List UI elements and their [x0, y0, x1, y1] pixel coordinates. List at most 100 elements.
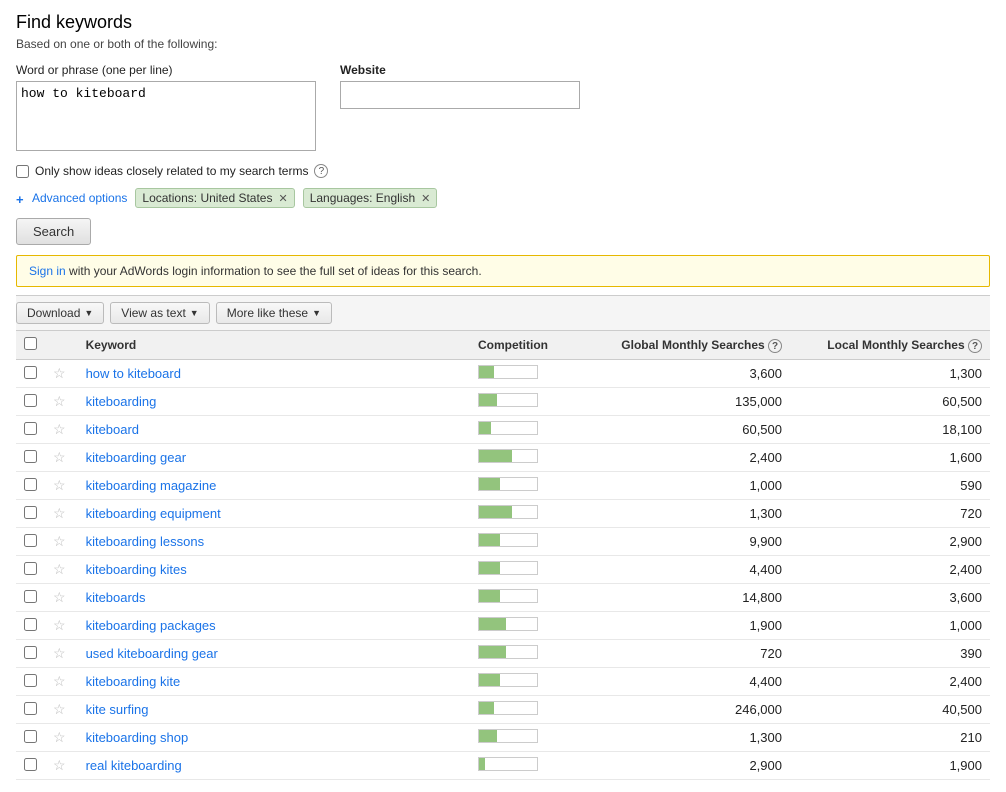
signin-link[interactable]: Sign in	[29, 264, 66, 278]
global-monthly-value: 3,600	[590, 360, 790, 388]
star-icon[interactable]: ☆	[53, 393, 66, 409]
table-row: ☆ kiteboard 60,500 18,100	[16, 416, 990, 444]
keyword-link[interactable]: kiteboarding packages	[86, 618, 216, 633]
keyword-link[interactable]: kiteboarding	[86, 394, 157, 409]
table-row: ☆ real kiteboarding 2,900 1,900	[16, 752, 990, 780]
language-tag: Languages: English ✕	[303, 188, 438, 208]
star-icon[interactable]: ☆	[53, 729, 66, 745]
local-monthly-value: 2,400	[790, 668, 990, 696]
row-checkbox[interactable]	[24, 394, 37, 407]
download-button[interactable]: Download ▼	[16, 302, 104, 324]
row-checkbox[interactable]	[24, 758, 37, 771]
page-subtitle: Based on one or both of the following:	[16, 37, 990, 51]
table-row: ☆ kiteboarding kites 4,400 2,400	[16, 556, 990, 584]
related-ideas-checkbox[interactable]	[16, 165, 29, 178]
website-input[interactable]	[340, 81, 580, 109]
page-title: Find keywords	[16, 12, 990, 33]
star-icon[interactable]: ☆	[53, 645, 66, 661]
keyword-link[interactable]: kiteboard	[86, 422, 139, 437]
competition-bar-container	[478, 449, 538, 463]
competition-bar-container	[478, 617, 538, 631]
row-checkbox[interactable]	[24, 730, 37, 743]
keyword-link[interactable]: kiteboarding shop	[86, 730, 189, 745]
row-checkbox[interactable]	[24, 674, 37, 687]
language-tag-remove[interactable]: ✕	[421, 192, 430, 205]
global-monthly-value: 4,400	[590, 668, 790, 696]
keyword-link[interactable]: kiteboarding gear	[86, 450, 186, 465]
view-as-text-button[interactable]: View as text ▼	[110, 302, 209, 324]
row-checkbox[interactable]	[24, 702, 37, 715]
competition-bar	[479, 646, 506, 658]
advanced-options-link[interactable]: + Advanced options	[16, 191, 127, 205]
keyword-link[interactable]: kite surfing	[86, 702, 149, 717]
toolbar: Download ▼ View as text ▼ More like thes…	[16, 295, 990, 331]
download-arrow-icon: ▼	[84, 308, 93, 318]
competition-bar-container	[478, 757, 538, 771]
keyword-link[interactable]: kiteboarding kite	[86, 674, 181, 689]
global-monthly-value: 14,800	[590, 584, 790, 612]
competition-bar-container	[478, 729, 538, 743]
keyword-link[interactable]: kiteboarding equipment	[86, 506, 221, 521]
location-tag-remove[interactable]: ✕	[278, 192, 287, 205]
keyword-link[interactable]: kiteboarding magazine	[86, 478, 217, 493]
row-checkbox[interactable]	[24, 366, 37, 379]
table-row: ☆ how to kiteboard 3,600 1,300	[16, 360, 990, 388]
competition-bar	[479, 730, 497, 742]
keyword-link[interactable]: used kiteboarding gear	[86, 646, 218, 661]
row-checkbox[interactable]	[24, 618, 37, 631]
star-icon[interactable]: ☆	[53, 561, 66, 577]
star-icon[interactable]: ☆	[53, 701, 66, 717]
global-monthly-value: 1,000	[590, 472, 790, 500]
star-icon[interactable]: ☆	[53, 449, 66, 465]
star-icon[interactable]: ☆	[53, 617, 66, 633]
star-icon[interactable]: ☆	[53, 673, 66, 689]
more-like-these-button[interactable]: More like these ▼	[216, 302, 332, 324]
search-button[interactable]: Search	[16, 218, 91, 245]
star-icon[interactable]: ☆	[53, 533, 66, 549]
select-all-checkbox[interactable]	[24, 337, 37, 350]
star-icon[interactable]: ☆	[53, 365, 66, 381]
word-input[interactable]: how to kiteboard	[16, 81, 316, 151]
keyword-link[interactable]: kiteboarding kites	[86, 562, 187, 577]
competition-bar-container	[478, 589, 538, 603]
keyword-link[interactable]: how to kiteboard	[86, 366, 181, 381]
local-monthly-value: 720	[790, 500, 990, 528]
star-icon[interactable]: ☆	[53, 757, 66, 773]
keyword-link[interactable]: kiteboarding lessons	[86, 534, 205, 549]
star-icon[interactable]: ☆	[53, 589, 66, 605]
competition-bar	[479, 450, 512, 462]
local-monthly-value: 40,500	[790, 696, 990, 724]
local-monthly-value: 2,400	[790, 556, 990, 584]
row-checkbox[interactable]	[24, 506, 37, 519]
competition-bar	[479, 590, 500, 602]
row-checkbox[interactable]	[24, 534, 37, 547]
competition-bar	[479, 758, 485, 770]
global-monthly-value: 1,300	[590, 724, 790, 752]
table-row: ☆ kiteboarding shop 1,300 210	[16, 724, 990, 752]
star-icon[interactable]: ☆	[53, 505, 66, 521]
table-row: ☆ kiteboarding lessons 9,900 2,900	[16, 528, 990, 556]
local-monthly-value: 1,000	[790, 612, 990, 640]
row-checkbox[interactable]	[24, 450, 37, 463]
col-header-keyword: Keyword	[78, 331, 470, 360]
row-checkbox[interactable]	[24, 478, 37, 491]
competition-bar	[479, 618, 506, 630]
star-icon[interactable]: ☆	[53, 477, 66, 493]
competition-bar	[479, 478, 500, 490]
row-checkbox[interactable]	[24, 562, 37, 575]
keywords-table: Keyword Competition Global Monthly Searc…	[16, 331, 990, 780]
local-monthly-value: 210	[790, 724, 990, 752]
star-icon[interactable]: ☆	[53, 421, 66, 437]
local-monthly-value: 3,600	[790, 584, 990, 612]
website-label: Website	[340, 63, 580, 77]
competition-bar-container	[478, 421, 538, 435]
keyword-link[interactable]: real kiteboarding	[86, 758, 182, 773]
global-monthly-value: 2,400	[590, 444, 790, 472]
row-checkbox[interactable]	[24, 422, 37, 435]
row-checkbox[interactable]	[24, 590, 37, 603]
competition-bar-container	[478, 365, 538, 379]
keyword-link[interactable]: kiteboards	[86, 590, 146, 605]
competition-bar-container	[478, 645, 538, 659]
row-checkbox[interactable]	[24, 646, 37, 659]
competition-bar-container	[478, 533, 538, 547]
